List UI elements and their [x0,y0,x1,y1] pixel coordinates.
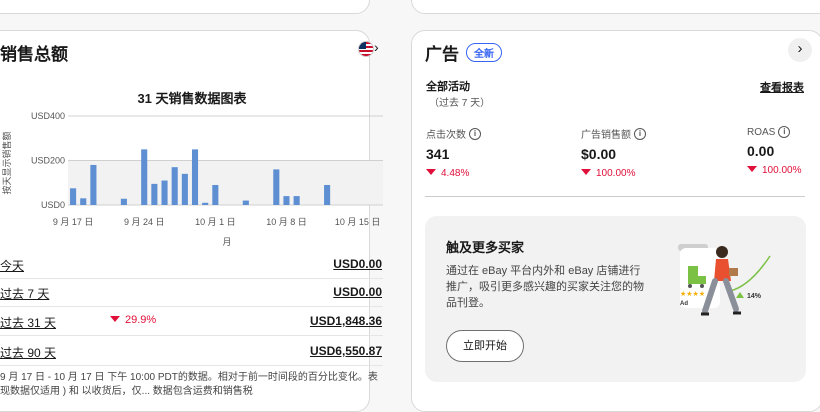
sales-bar [171,167,178,205]
sales-bar [90,164,97,205]
sales-row-90days[interactable]: 过去 90 天 USD6,550.87 [0,338,383,366]
person-head [716,246,728,258]
promo-title: 触及更多买家 [446,240,525,255]
sales-bar-chart: USD0 USD200 USD400 按天显示销售额 9 月 17 日 9 月 24 日 1… [1,111,383,247]
x-axis-label: 月 [222,237,231,247]
promo-text: 通过在 eBay 平台内外和 eBay 店铺进行推广，吸引更多感兴趣的买家关注您… [446,265,644,309]
metrics-divider [425,196,805,197]
ads-title: 广告 [425,45,459,64]
y-axis-label: 按天显示销售额 [1,131,12,194]
down-arrow-icon [747,166,757,172]
row-label[interactable]: 过去 90 天 [0,344,56,361]
y-tick-label: USD400 [31,111,65,121]
sales-bar [191,149,199,205]
row-change: 29.9% [110,314,156,326]
sales-bar [161,180,168,205]
metric-value: 341 [426,146,450,162]
sales-row-today[interactable]: 今天 USD0.00 [0,251,383,279]
x-tick-label: 9 月 17 日 [53,217,94,227]
skate-wheel [688,284,692,288]
activity-period: （过去 7 天） [429,98,491,109]
x-tick-label: 10 月 1 日 [195,217,236,227]
sales-title: 销售总额 [0,45,68,64]
chart-band [68,160,383,205]
down-arrow-icon [110,316,120,322]
x-tick-label: 10 月 15 日 [335,217,381,227]
info-icon[interactable]: i [634,127,646,140]
new-badge: 全新 [466,43,502,62]
row-label[interactable]: 过去 7 天 [0,285,49,302]
top-left-card-edge [0,0,370,14]
y-tick-label: USD0 [41,200,65,210]
info-icon[interactable]: i [778,126,791,138]
metric-clicks: 点击次数 i 341 4.48% [426,126,566,179]
metric-ad-sales: 广告销售额 i $0.00 100.00% [581,126,721,179]
sales-bar [293,196,300,205]
info-icon[interactable]: i [469,127,481,140]
sales-bar [141,149,148,205]
sales-bar [70,188,77,205]
down-arrow-icon [581,169,591,175]
sales-bar [212,184,219,205]
sales-row-7days[interactable]: 过去 7 天 USD0.00 [0,279,383,307]
parcel-icon [729,268,738,276]
get-started-button[interactable]: 立即开始 [446,330,524,362]
activity-label: 全部活动 [426,81,470,93]
view-report-link[interactable]: 查看报表 [760,79,804,95]
row-label[interactable]: 过去 31 天 [0,314,56,331]
top-right-card-edge [411,0,820,14]
down-arrow-icon [426,169,436,175]
us-flag-icon[interactable] [358,41,374,57]
ad-tag: Ad [680,301,688,307]
rating-stars: ★★★★ [680,290,705,298]
metric-value: 0.00 [747,143,775,159]
chevron-right-icon: › [797,40,803,57]
up-arrow-icon [736,292,744,298]
sales-bar [273,169,280,205]
x-tick-label: 9 月 24 日 [124,217,165,227]
row-value[interactable]: USD0.00 [333,285,382,299]
sales-bar [151,183,158,205]
sales-bar [324,184,331,205]
person-shirt [714,259,731,281]
row-label[interactable]: 今天 [0,257,24,274]
metric-value: $0.00 [581,146,617,162]
metric-label: 点击次数 [426,130,466,141]
y-tick-label: USD200 [31,156,65,166]
sales-bar [202,202,209,205]
chevron-right-icon[interactable]: › [374,39,379,55]
metric-change: 100.00% [581,168,721,179]
sales-bar [283,196,290,205]
promo-illustration: ★★★★ Ad 14% [678,244,771,316]
metric-change: 4.48% [426,168,566,179]
sales-footnote: 9 月 17 日 - 10 月 17 日 下午 10:00 PDT的数据。相对于… [0,372,378,397]
row-value[interactable]: USD1,848.36 [310,314,382,328]
skate-wheel [700,284,704,288]
ads-open-button[interactable]: › [788,38,812,62]
metric-roas: ROAS i 0.00 100.00% [747,126,817,176]
sales-bar [120,198,127,205]
sales-bar [80,198,87,205]
row-value[interactable]: USD6,550.87 [310,344,382,358]
metric-label: ROAS [747,126,776,138]
row-value[interactable]: USD0.00 [333,257,382,271]
x-tick-label: 10 月 8 日 [266,217,307,227]
sales-bar [181,173,188,205]
metric-change: 100.00% [747,165,817,176]
metric-label: 广告销售额 [581,130,631,141]
person-shoes [701,311,741,316]
sales-bar [242,200,249,205]
sales-row-31days[interactable]: 过去 31 天 29.9% USD1,848.36 [0,308,383,336]
growth-percent: 14% [747,293,762,300]
